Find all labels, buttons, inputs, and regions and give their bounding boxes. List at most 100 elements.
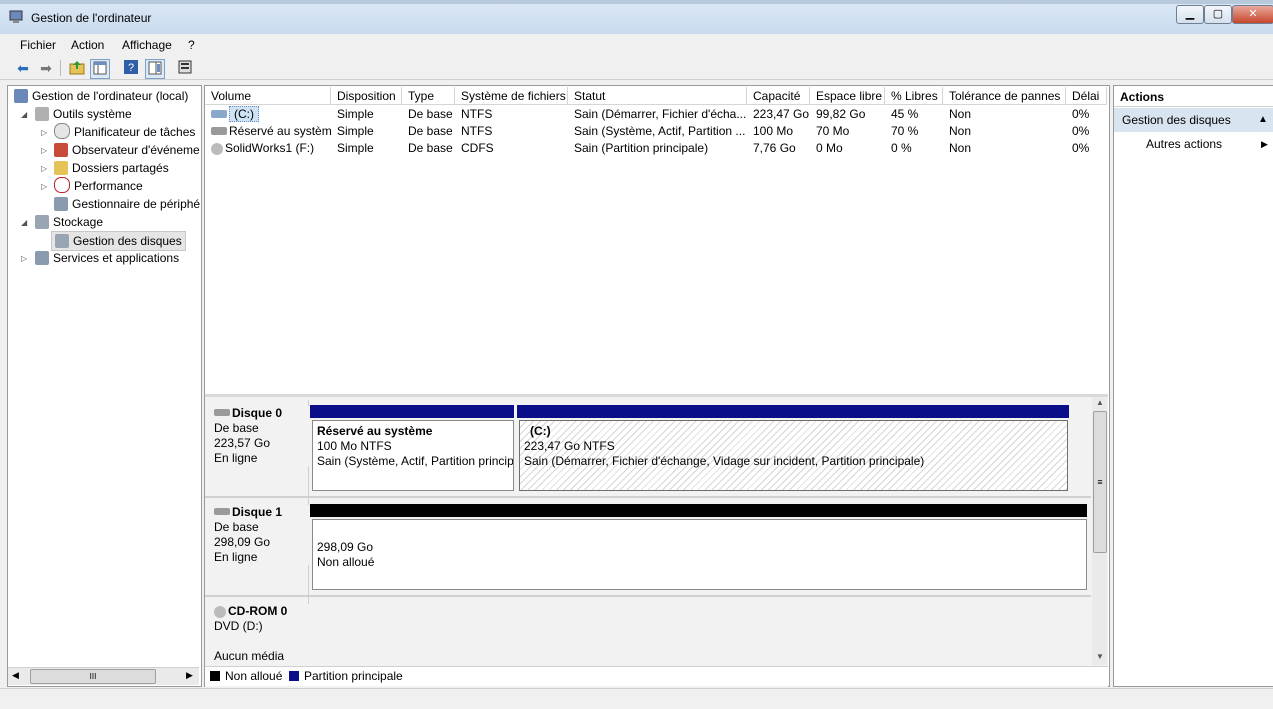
show-tree-icon[interactable] <box>90 59 110 79</box>
tools-icon <box>35 107 49 121</box>
cell-type: De base <box>408 124 453 138</box>
column-header-type[interactable]: Type <box>402 87 455 105</box>
partition-status: Sain (Démarrer, Fichier d'échange, Vidag… <box>524 454 925 468</box>
action-autres-actions[interactable]: Autres actions <box>1146 137 1222 151</box>
actions-section-gestion-disques[interactable]: Gestion des disques <box>1114 108 1273 132</box>
expand-arrow-icon[interactable]: ◢ <box>21 110 27 119</box>
collapse-up-icon[interactable]: ▲ <box>1258 114 1268 125</box>
menu-help[interactable]: ? <box>188 38 195 52</box>
disk-state: En ligne <box>214 451 258 465</box>
nav-scroll-thumb[interactable]: III <box>30 669 156 684</box>
cell-espace-libre: 70 Mo <box>816 124 850 138</box>
back-icon[interactable]: ⬅ <box>14 59 32 77</box>
column-header-disposition[interactable]: Disposition <box>331 87 402 105</box>
scroll-up-icon[interactable]: ▲ <box>1096 398 1104 407</box>
cell-filesystem: NTFS <box>461 107 493 121</box>
disk-icon <box>214 508 230 515</box>
tree-item-services[interactable]: Services et applications <box>35 249 179 267</box>
collapse-arrow-icon[interactable]: ▷ <box>41 182 47 191</box>
tree-item-label: Outils système <box>53 107 132 121</box>
tree-item-label: Dossiers partagés <box>72 161 169 175</box>
cell-pct-libres: 0 % <box>891 141 912 155</box>
column-header-volume[interactable]: Volume <box>205 87 331 105</box>
partition-reserve-systeme[interactable]: Réservé au système 100 Mo NTFS Sain (Sys… <box>312 420 514 491</box>
up-folder-icon[interactable] <box>68 59 86 77</box>
column-header-filesystem[interactable]: Système de fichiers <box>455 87 568 105</box>
menu-fichier[interactable]: Fichier <box>20 38 56 52</box>
menu-affichage[interactable]: Affichage <box>122 38 172 52</box>
scroll-down-icon[interactable]: ▼ <box>1096 652 1104 661</box>
partition-bar <box>310 405 514 418</box>
collapse-arrow-icon[interactable]: ▷ <box>41 146 47 155</box>
partition-size: 298,09 Go <box>317 540 374 554</box>
legend-item-primary: Partition principale <box>289 669 403 683</box>
disk-size: 298,09 Go <box>214 535 271 549</box>
cell-delai: 0% <box>1072 141 1090 155</box>
services-icon <box>35 251 49 265</box>
partition-c[interactable]: (C:) 223,47 Go NTFS Sain (Démarrer, Fich… <box>519 420 1068 491</box>
properties-icon[interactable] <box>145 59 165 79</box>
cell-tolerance: Non <box>949 141 972 155</box>
cell-disposition: Simple <box>337 141 374 155</box>
disk-scroll-thumb[interactable]: ≡ <box>1093 411 1107 553</box>
column-header-delai[interactable]: Délai <box>1066 87 1107 105</box>
cell-filesystem: NTFS <box>461 124 493 138</box>
cd-drive-icon <box>211 143 223 155</box>
column-header-pct-libres[interactable]: % Libres <box>885 87 943 105</box>
cell-pct-libres: 45 % <box>891 107 919 121</box>
partition-unallocated[interactable]: 298,09 Go Non alloué <box>312 519 1087 590</box>
column-header-statut[interactable]: Statut <box>568 87 747 105</box>
disk-separator <box>205 595 1091 597</box>
cell-statut: Sain (Système, Actif, Partition ... <box>574 124 746 138</box>
table-row[interactable]: (C:) <box>205 106 331 123</box>
table-row[interactable]: Réservé au système <box>205 123 331 140</box>
disk-size: 223,57 Go <box>214 436 271 450</box>
scroll-right-icon[interactable]: ▶ <box>186 670 193 681</box>
disk-0-info[interactable]: Disque 0 De base 223,57 Go En ligne <box>210 406 312 466</box>
column-header-espace-libre[interactable]: Espace libre <box>810 87 885 105</box>
table-row[interactable]: SolidWorks1 (F:) <box>205 140 331 157</box>
collapse-arrow-icon[interactable]: ▷ <box>21 254 27 263</box>
legend-swatch <box>289 671 299 681</box>
collapse-arrow-icon[interactable]: ▷ <box>41 164 47 173</box>
forward-icon[interactable]: ➡ <box>37 59 55 77</box>
collapse-arrow-icon[interactable]: ▷ <box>41 128 47 137</box>
tree-item-outils-systeme[interactable]: Outils système <box>35 105 132 123</box>
cd-drive-icon <box>214 606 226 618</box>
tree-item-gestion-des-disques[interactable]: Gestion des disques <box>51 231 186 251</box>
cell-pct-libres: 70 % <box>891 124 919 138</box>
scroll-left-icon[interactable]: ◀ <box>12 670 19 681</box>
tree-item-dossiers-partages[interactable]: Dossiers partagés <box>54 159 169 177</box>
column-header-capacite[interactable]: Capacité <box>747 87 810 105</box>
disk-1-info[interactable]: Disque 1 De base 298,09 Go En ligne <box>210 505 312 565</box>
expand-arrow-icon[interactable]: ◢ <box>21 218 27 227</box>
disk-state: En ligne <box>214 550 258 564</box>
menu-action[interactable]: Action <box>71 38 104 52</box>
cell-type: De base <box>408 141 453 155</box>
disk-type: De base <box>214 421 259 435</box>
export-icon[interactable] <box>176 59 194 77</box>
toolbar-separator <box>60 60 61 76</box>
tree-item-observateur[interactable]: Observateur d'événeme <box>54 141 200 159</box>
tree-item-stockage[interactable]: Stockage <box>35 213 103 231</box>
disk-icon <box>214 409 230 416</box>
tree-item-planificateur[interactable]: Planificateur de tâches <box>54 123 195 141</box>
help-icon[interactable]: ? <box>122 59 140 77</box>
cell-disposition: Simple <box>337 124 374 138</box>
cell-capacite: 7,76 Go <box>753 141 796 155</box>
tree-item-performance[interactable]: Performance <box>54 177 143 195</box>
minimize-button[interactable]: ▁ <box>1176 5 1204 24</box>
column-header-tolerance[interactable]: Tolérance de pannes <box>943 87 1066 105</box>
drive-icon <box>211 127 227 135</box>
cdrom-0-info[interactable]: CD-ROM 0 DVD (D:) Aucun média <box>210 604 312 666</box>
maximize-button[interactable]: ▢ <box>1204 5 1232 24</box>
tree-item-gestionnaire-peripheriques[interactable]: Gestionnaire de périphé <box>54 195 200 213</box>
close-button[interactable]: ✕ <box>1232 5 1273 24</box>
drive-icon <box>211 110 227 118</box>
disk-management-icon <box>55 234 69 248</box>
tree-item-label: Observateur d'événeme <box>72 143 200 157</box>
browser-tabs-strip <box>0 0 1273 4</box>
disk-name: Disque 0 <box>232 406 283 420</box>
partition-status: Non alloué <box>317 555 375 569</box>
tree-root[interactable]: Gestion de l'ordinateur (local) <box>14 87 188 105</box>
